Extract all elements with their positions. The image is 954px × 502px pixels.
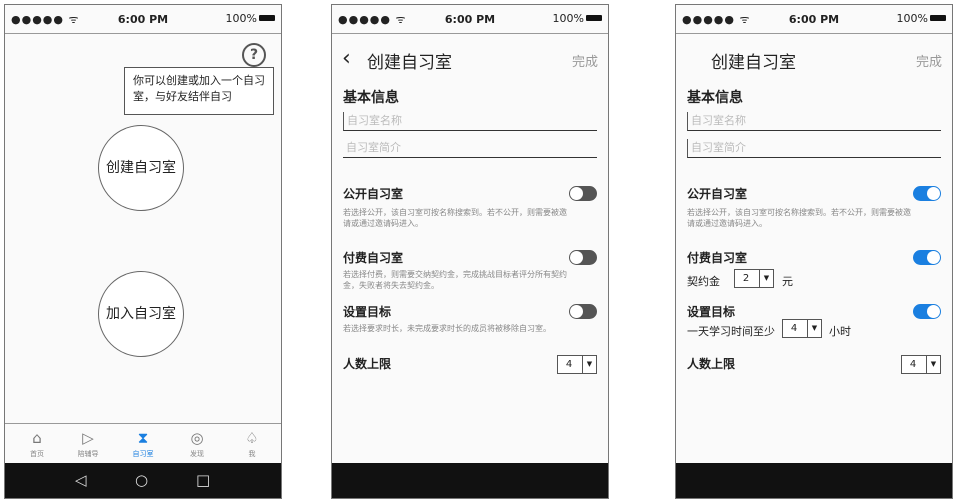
- public-room-label: 公开自习室: [687, 187, 748, 201]
- paid-room-label: 付费自习室: [687, 251, 748, 265]
- battery: 100%: [226, 12, 275, 25]
- paid-room-toggle[interactable]: [913, 250, 941, 265]
- goal-label: 设置目标: [687, 305, 736, 319]
- deposit-select[interactable]: 2 ▼: [734, 269, 774, 288]
- bottom-tab-bar: ⌂ 首页 ▷ 陪辅导 ⧗ 自习室 ◎ 发现 ♤ 我: [5, 423, 281, 464]
- help-icon[interactable]: ?: [242, 43, 266, 67]
- paid-room-desc: 若选择付费，则需要交纳契约金，完成挑战目标者评分所有契约金，失败者将失去契约金。: [343, 270, 567, 290]
- system-nav-bar: [676, 463, 952, 498]
- member-limit-label: 人数上限: [687, 357, 736, 371]
- done-button[interactable]: 完成: [572, 51, 598, 70]
- dropdown-arrow-icon: ▼: [807, 320, 821, 337]
- section-basic-info: 基本信息: [343, 90, 399, 106]
- public-room-label: 公开自习室: [343, 187, 404, 201]
- member-limit-select[interactable]: 4 ▼: [557, 355, 597, 374]
- member-limit-label: 人数上限: [343, 357, 392, 371]
- done-button[interactable]: 完成: [916, 51, 942, 70]
- play-icon: ▷: [82, 429, 94, 447]
- tooltip: 你可以创建或加入一个自习室，与好友结伴自习: [124, 67, 274, 115]
- tab-me[interactable]: ♤ 我: [232, 429, 272, 459]
- public-room-desc: 若选择公开，该自习室可按名称搜索到。若不公开，则需要被邀请或通过邀请码进入。: [687, 208, 911, 228]
- study-hours-select[interactable]: 4 ▼: [782, 319, 822, 338]
- recents-nav-icon[interactable]: □: [196, 471, 210, 489]
- hourglass-icon: ⧗: [137, 429, 149, 447]
- public-room-toggle[interactable]: [913, 186, 941, 201]
- room-intro-input[interactable]: 自习室简介: [687, 139, 941, 158]
- deposit-unit: 元: [782, 275, 793, 288]
- section-basic-info: 基本信息: [687, 90, 743, 106]
- status-bar: ●●●●● ᯤ 6:00 PM 100%: [5, 5, 281, 34]
- paid-room-label: 付费自习室: [343, 251, 404, 265]
- goal-toggle[interactable]: [569, 304, 597, 319]
- back-chevron-icon[interactable]: ‹: [342, 47, 351, 71]
- paid-room-toggle[interactable]: [569, 250, 597, 265]
- join-room-button[interactable]: 加入自习室: [98, 271, 184, 357]
- member-limit-select[interactable]: 4 ▼: [901, 355, 941, 374]
- tab-home[interactable]: ⌂ 首页: [17, 429, 57, 459]
- public-room-toggle[interactable]: [569, 186, 597, 201]
- battery: 100%: [553, 12, 602, 25]
- system-nav-bar: ◁ ○ □: [5, 463, 281, 498]
- battery-icon: [259, 15, 275, 21]
- page-title: 创建自习室: [367, 53, 452, 73]
- phone-create-room-filled: ●●●●● ᯤ 6:00 PM 100% 创建自习室 完成 基本信息 自习室名称…: [675, 4, 953, 499]
- deposit-label: 契约金: [687, 275, 720, 288]
- goal-desc: 若选择要求时长，未完成要求时长的成员将被移除自习室。: [343, 324, 551, 333]
- study-time-prefix: 一天学习时间至少: [687, 325, 775, 338]
- battery-icon: [586, 15, 602, 21]
- system-nav-bar: [332, 463, 608, 498]
- battery: 100%: [897, 12, 946, 25]
- battery-icon: [930, 15, 946, 21]
- room-name-input[interactable]: 自习室名称: [343, 112, 597, 131]
- dropdown-arrow-icon: ▼: [926, 356, 940, 373]
- home-icon: ⌂: [32, 429, 42, 447]
- status-bar: ●●●●● ᯤ 6:00 PM 100%: [332, 5, 608, 34]
- page-title: 创建自习室: [711, 53, 796, 73]
- home-nav-icon[interactable]: ○: [135, 471, 148, 489]
- dropdown-arrow-icon: ▼: [759, 270, 773, 287]
- profile-icon: ♤: [245, 429, 259, 447]
- room-name-input[interactable]: 自习室名称: [687, 112, 941, 131]
- goal-label: 设置目标: [343, 305, 392, 319]
- goal-toggle[interactable]: [913, 304, 941, 319]
- compass-icon: ◎: [190, 429, 204, 447]
- public-room-desc: 若选择公开，该自习室可按名称搜索到。若不公开，则需要被邀请或通过邀请码进入。: [343, 208, 567, 228]
- room-intro-input[interactable]: 自习室简介: [343, 139, 597, 158]
- tab-discover[interactable]: ◎ 发现: [177, 429, 217, 459]
- create-room-button[interactable]: 创建自习室: [98, 125, 184, 211]
- tab-study-room[interactable]: ⧗ 自习室: [123, 429, 163, 459]
- status-bar: ●●●●● ᯤ 6:00 PM 100%: [676, 5, 952, 34]
- phone-create-room-empty: ●●●●● ᯤ 6:00 PM 100% ‹ 创建自习室 完成 基本信息 自习室…: [331, 4, 609, 499]
- dropdown-arrow-icon: ▼: [582, 356, 596, 373]
- back-nav-icon[interactable]: ◁: [75, 471, 87, 489]
- phone-study-room-home: ●●●●● ᯤ 6:00 PM 100% ? 你可以创建或加入一个自习室，与好友…: [4, 4, 282, 499]
- tab-tutoring[interactable]: ▷ 陪辅导: [68, 429, 108, 459]
- study-time-unit: 小时: [829, 325, 851, 338]
